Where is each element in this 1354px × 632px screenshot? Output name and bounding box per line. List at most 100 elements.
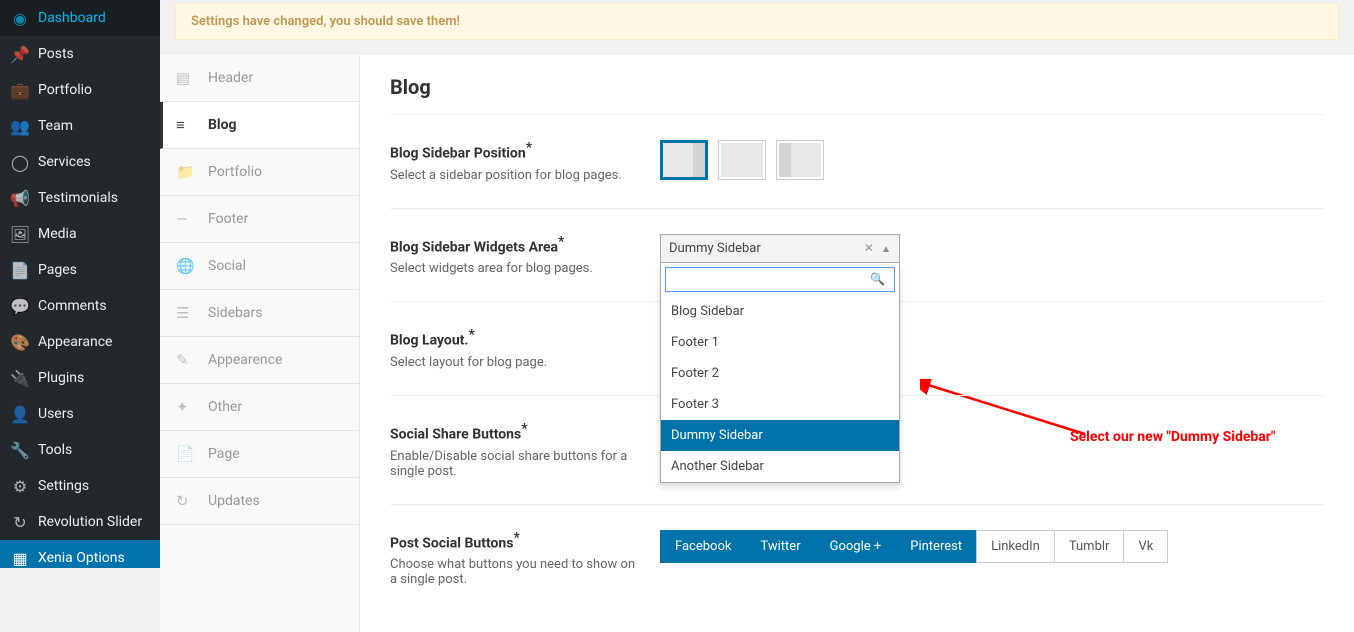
select-clear-icon[interactable]: ✕ <box>864 241 874 255</box>
chevron-up-icon[interactable]: ▲ <box>881 244 891 255</box>
social-btn-twitter[interactable]: Twitter <box>745 530 815 563</box>
wp-menu-label: Plugins <box>38 370 84 386</box>
wp-menu-label: Services <box>38 154 91 170</box>
sidebar-pos-left[interactable] <box>776 140 824 180</box>
wp-menu-label: Dashboard <box>38 10 106 26</box>
section-label: Social <box>208 258 246 274</box>
select-results: Blog SidebarFooter 1Footer 2Footer 3Dumm… <box>661 296 899 482</box>
portfolio-icon: 💼 <box>10 80 30 100</box>
wp-menu-revolution-slider[interactable]: ↻ Revolution Slider <box>0 504 160 540</box>
other-icon: ✦ <box>176 398 198 416</box>
field-label: Blog Sidebar Position* <box>390 140 640 162</box>
wp-menu-label: Appearance <box>38 334 112 350</box>
main-content: Settings have changed, you should save t… <box>160 3 1354 632</box>
field-desc: Select layout for blog page. <box>390 355 640 370</box>
select-option[interactable]: Footer 3 <box>661 389 899 420</box>
section-appearence[interactable]: ✎Appearence <box>160 337 359 384</box>
wp-menu-label: Pages <box>38 262 77 278</box>
social-btn-pinterest[interactable]: Pinterest <box>895 530 977 563</box>
social-btn-vk[interactable]: Vk <box>1123 530 1168 563</box>
services-icon: ◯ <box>10 152 30 172</box>
settings-icon: ⚙ <box>10 476 30 496</box>
section-page[interactable]: 📄 Page <box>160 431 359 478</box>
select-dropdown: 🔍 Blog SidebarFooter 1Footer 2Footer 3Du… <box>660 263 900 483</box>
sidebar-position-options <box>660 140 1324 180</box>
select-option[interactable]: Dummy Sidebar <box>661 420 899 451</box>
sidebars-icon: ☰ <box>176 304 198 322</box>
dashboard-icon: ◉ <box>10 8 30 28</box>
social-btn-tumblr[interactable]: Tumblr <box>1054 530 1125 563</box>
section-label: Portfolio <box>208 164 262 180</box>
social-buttons-group: FacebookTwitterGoogle +PinterestLinkedIn… <box>660 530 1324 563</box>
footer-icon: — <box>176 210 198 228</box>
select-option[interactable]: Footer 1 <box>661 327 899 358</box>
wp-menu-users[interactable]: 👤 Users <box>0 396 160 432</box>
wp-menu-xenia-options[interactable]: ▦Xenia Options <box>0 540 160 568</box>
posts-icon: 📌 <box>10 44 30 64</box>
wp-menu-label: Posts <box>38 46 74 62</box>
wp-menu-portfolio[interactable]: 💼Portfolio <box>0 72 160 108</box>
team-icon: 👥 <box>10 116 30 136</box>
wp-menu-team[interactable]: 👥 Team <box>0 108 160 144</box>
select-option[interactable]: Blog Sidebar <box>661 296 899 327</box>
section-label: Blog <box>208 117 237 133</box>
blog-icon: ≡ <box>176 116 198 134</box>
wp-menu-appearance[interactable]: 🎨Appearance <box>0 324 160 360</box>
wp-admin-sidebar: ◉ Dashboard 📌 Posts 💼Portfolio 👥 Team ◯ Services… <box>0 0 160 568</box>
wp-menu-services[interactable]: ◯ Services <box>0 144 160 180</box>
wp-menu-posts[interactable]: 📌 Posts <box>0 36 160 72</box>
section-header[interactable]: ▤ Header <box>160 55 359 102</box>
field-post-social-buttons: Post Social Buttons* Choose what buttons… <box>390 505 1324 613</box>
widgets-area-select[interactable]: Dummy Sidebar ✕ ▲ 🔍 <box>660 234 900 263</box>
options-section-nav: ▤ Header ≡ Blog 📁Portfolio—Footer🌐Social ☰ Sid… <box>160 55 360 632</box>
wp-menu-label: Revolution Slider <box>38 514 142 530</box>
select-option[interactable]: Another Sidebar <box>661 451 899 482</box>
select-choice[interactable]: Dummy Sidebar ✕ ▲ <box>660 234 900 263</box>
select-search-input[interactable] <box>665 267 895 292</box>
social-btn-facebook[interactable]: Facebook <box>660 530 746 563</box>
wp-menu-settings[interactable]: ⚙ Settings <box>0 468 160 504</box>
wp-menu-pages[interactable]: 📄 Pages <box>0 252 160 288</box>
section-label: Appearence <box>208 352 282 368</box>
page-icon: 📄 <box>176 445 198 463</box>
wp-menu-label: Team <box>38 118 73 134</box>
field-sidebar-position: Blog Sidebar Position* Select a sidebar … <box>390 115 1324 209</box>
wp-menu-media[interactable]: 🖼Media <box>0 216 160 252</box>
users-icon: 👤 <box>10 404 30 424</box>
wp-menu-dashboard[interactable]: ◉ Dashboard <box>0 0 160 36</box>
pages-icon: 📄 <box>10 260 30 280</box>
header-icon: ▤ <box>176 69 198 87</box>
section-updates[interactable]: ↻Updates <box>160 478 359 525</box>
field-desc: Select a sidebar position for blog pages… <box>390 168 640 183</box>
social-btn-linkedin[interactable]: LinkedIn <box>976 530 1055 563</box>
media-icon: 🖼 <box>10 224 30 244</box>
sidebar-pos-none[interactable] <box>718 140 766 180</box>
select-option[interactable]: Footer 2 <box>661 358 899 389</box>
section-social[interactable]: 🌐Social <box>160 243 359 290</box>
search-icon: 🔍 <box>870 272 885 286</box>
section-blog[interactable]: ≡ Blog <box>160 102 359 149</box>
field-desc: Select widgets area for blog pages. <box>390 261 640 276</box>
section-sidebars[interactable]: ☰ Sidebars <box>160 290 359 337</box>
wp-menu-comments[interactable]: 💬Comments <box>0 288 160 324</box>
wp-menu-tools[interactable]: 🔧Tools <box>0 432 160 468</box>
sidebar-pos-right[interactable] <box>660 140 708 180</box>
field-label: Post Social Buttons* <box>390 530 640 552</box>
wp-menu-label: Testimonials <box>38 190 118 206</box>
section-portfolio[interactable]: 📁Portfolio <box>160 149 359 196</box>
wp-menu-label: Comments <box>38 298 107 314</box>
section-other[interactable]: ✦Other <box>160 384 359 431</box>
wp-menu-plugins[interactable]: 🔌Plugins <box>0 360 160 396</box>
section-label: Sidebars <box>208 305 262 321</box>
social-btn-google-[interactable]: Google + <box>815 530 897 563</box>
xenia-options-icon: ▦ <box>10 548 30 568</box>
section-footer[interactable]: —Footer <box>160 196 359 243</box>
section-label: Header <box>208 70 253 86</box>
wp-menu-label: Settings <box>38 478 89 494</box>
settings-changed-notice: Settings have changed, you should save t… <box>175 3 1339 40</box>
settings-panel: Blog Blog Sidebar Position* Select a sid… <box>360 55 1354 632</box>
wp-menu-testimonials[interactable]: 📢Testimonials <box>0 180 160 216</box>
section-label: Page <box>208 446 240 462</box>
wp-menu-label: Users <box>38 406 74 422</box>
revolution-slider-icon: ↻ <box>10 512 30 532</box>
